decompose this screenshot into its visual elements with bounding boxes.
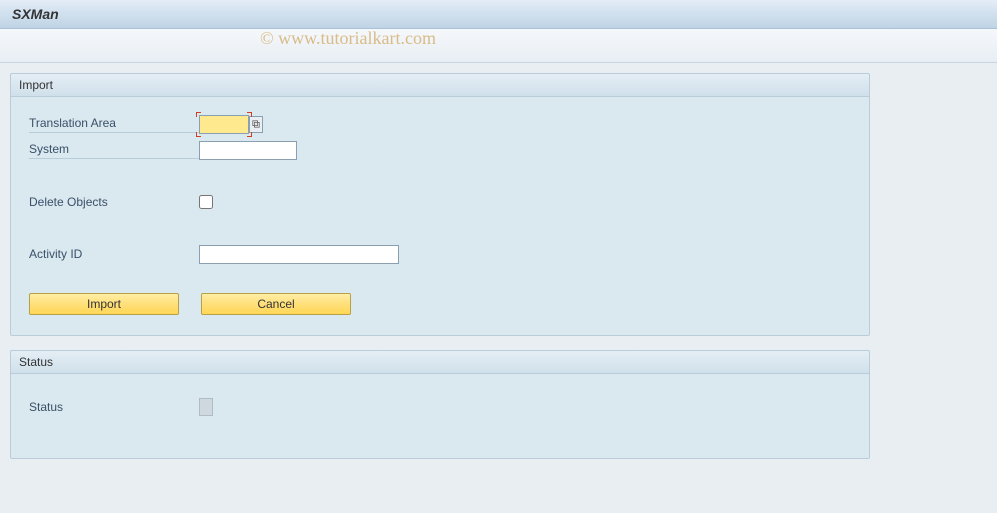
translation-area-row: Translation Area	[29, 113, 851, 135]
delete-objects-label: Delete Objects	[29, 195, 199, 209]
system-label: System	[29, 142, 199, 159]
status-panel-body: Status	[11, 374, 869, 458]
focus-corner-icon	[196, 112, 201, 117]
translation-area-input[interactable]	[199, 115, 249, 134]
focus-corner-icon	[196, 132, 201, 137]
translation-area-label: Translation Area	[29, 116, 199, 133]
activity-id-row: Activity ID	[29, 243, 851, 265]
value-help-icon	[252, 120, 260, 128]
spacer	[29, 217, 851, 239]
status-label: Status	[29, 400, 199, 414]
status-panel-header: Status	[11, 351, 869, 374]
import-button[interactable]: Import	[29, 293, 179, 315]
focus-corner-icon	[247, 112, 252, 117]
activity-id-label: Activity ID	[29, 247, 199, 261]
import-panel-body: Translation Area System	[11, 97, 869, 335]
delete-objects-checkbox[interactable]	[199, 195, 213, 209]
title-bar: SXMan	[0, 0, 997, 29]
status-panel: Status Status	[10, 350, 870, 459]
toolbar-strip	[0, 29, 997, 63]
focus-corner-icon	[247, 132, 252, 137]
activity-id-input[interactable]	[199, 245, 399, 264]
translation-area-field-wrapper	[199, 115, 263, 134]
delete-objects-row: Delete Objects	[29, 191, 851, 213]
value-help-button[interactable]	[249, 116, 263, 133]
system-input[interactable]	[199, 141, 297, 160]
status-row: Status	[29, 396, 851, 418]
import-panel-header: Import	[11, 74, 869, 97]
app-title: SXMan	[12, 6, 59, 22]
button-row: Import Cancel	[29, 293, 851, 315]
cancel-button[interactable]: Cancel	[201, 293, 351, 315]
status-value-box	[199, 398, 213, 416]
system-row: System	[29, 139, 851, 161]
spacer	[29, 165, 851, 187]
content-area: Import Translation Area	[0, 63, 997, 483]
import-panel: Import Translation Area	[10, 73, 870, 336]
